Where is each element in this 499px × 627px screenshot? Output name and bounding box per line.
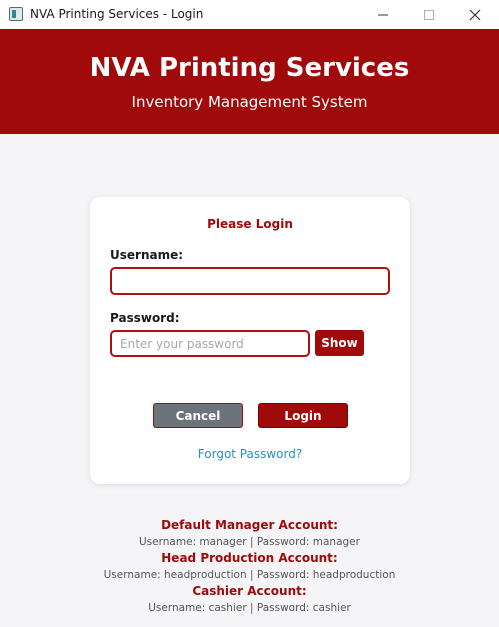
close-button[interactable] — [452, 0, 498, 29]
forgot-password-link[interactable]: Forgot Password? — [90, 447, 410, 461]
username-input[interactable] — [110, 267, 390, 295]
password-input[interactable] — [110, 330, 310, 357]
cashier-account-title: Cashier Account: — [192, 584, 307, 598]
window-title: NVA Printing Services - Login — [30, 7, 204, 21]
maximize-button[interactable] — [406, 0, 452, 29]
cashier-account-credentials: Username: cashier | Password: cashier — [148, 602, 351, 614]
close-icon — [469, 9, 481, 20]
login-heading: Please Login — [207, 217, 293, 231]
header-title: NVA Printing Services — [89, 53, 410, 83]
default-accounts-info: Default Manager Account: Username: manag… — [0, 517, 499, 616]
login-card: Please Login Username: Password: Show Ca… — [90, 197, 410, 484]
app-icon — [9, 7, 23, 21]
cancel-button[interactable]: Cancel — [153, 403, 243, 428]
username-label: Username: — [110, 248, 184, 262]
window-titlebar: NVA Printing Services - Login — [0, 0, 499, 29]
head-production-account-title: Head Production Account: — [161, 551, 338, 565]
maximize-icon — [424, 9, 434, 20]
minimize-button[interactable] — [360, 0, 406, 29]
header-subtitle: Inventory Management System — [131, 93, 368, 111]
head-production-account-credentials: Username: headproduction | Password: hea… — [103, 569, 396, 581]
manager-account-title: Default Manager Account: — [161, 518, 338, 532]
minimize-icon — [378, 14, 388, 15]
password-label: Password: — [110, 311, 180, 325]
header-banner: NVA Printing Services Inventory Manageme… — [0, 29, 499, 134]
manager-account-credentials: Username: manager | Password: manager — [139, 536, 360, 548]
show-password-button[interactable]: Show — [315, 330, 364, 356]
login-button[interactable]: Login — [258, 403, 348, 428]
